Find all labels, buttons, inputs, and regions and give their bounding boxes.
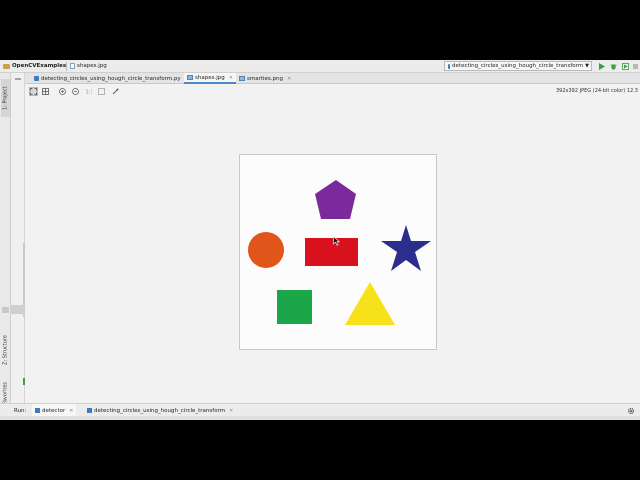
pentagon-shape [315,180,356,219]
rectangle-shape [305,238,358,266]
tab-label: smarties.png [247,75,284,82]
coverage-button[interactable] [621,62,630,71]
mouse-cursor-icon [333,236,340,246]
actual-size-button[interactable]: 1:1 [84,87,93,96]
navigation-bar: OpenCVExamples shapes.jpg detecting_circ… [0,60,640,73]
zoom-out-button[interactable] [71,87,80,96]
star-shape [381,225,431,271]
background-toggle-button[interactable] [97,87,106,96]
tab-detecting-circles-py[interactable]: detecting_circles_using_hough_circle_tra… [31,73,192,84]
minus-icon[interactable] [14,75,22,83]
close-icon[interactable]: ✕ [229,75,233,81]
zoom-out-icon [72,88,79,95]
tab-smarties-png[interactable]: smarties.png ✕ [236,73,294,84]
gear-icon[interactable] [627,407,635,415]
breadcrumb-file[interactable]: shapes.jpg [70,63,107,69]
project-name: OpenCVExamples [12,63,67,69]
image-viewer-toolbar: 1:1 392x392 JPEG (24-bit color) 12.3 [25,85,640,99]
python-icon [448,63,451,69]
run-with-coverage-icon [622,63,629,70]
stop-icon [633,64,638,69]
chevron-down-icon: ▼ [585,63,589,69]
python-icon [35,408,40,413]
run-tab-label: detecting_circles_using_hough_circle_tra… [94,407,226,414]
scroll-marker [2,307,9,313]
zoom-in-icon [59,88,66,95]
shapes-image [239,154,437,350]
shapes-image-content [248,180,431,325]
fit-to-window-button[interactable] [29,87,38,96]
image-file-icon [239,76,245,81]
close-icon[interactable]: ✕ [69,408,73,414]
fit-icon [30,88,37,95]
file-name: shapes.jpg [77,63,107,69]
run-configuration-label: detecting_circles_using_hough_circle_tra… [452,63,584,69]
project-pane-collapsed [11,73,25,403]
status-bar [0,416,640,420]
tab-label: shapes.jpg [195,74,225,81]
run-label-text: Run: [14,407,27,414]
stop-button[interactable] [631,62,640,71]
triangle-shape [345,282,395,325]
run-tab-label: detector [42,407,66,414]
svg-text:1:1: 1:1 [86,90,93,96]
run-icon [599,63,605,70]
run-configuration-select[interactable]: detecting_circles_using_hough_circle_tra… [444,61,592,71]
eyedropper-icon [112,88,119,95]
debug-icon [610,64,617,70]
tab-shapes-jpg[interactable]: shapes.jpg ✕ [184,73,236,84]
folder-icon [3,63,10,69]
color-picker-button[interactable] [111,87,120,96]
chessboard-icon [98,88,105,95]
left-tool-strip: 1: Project Z: Structure 2: Favorites [0,73,11,420]
python-icon [87,408,92,413]
structure-tool-tab[interactable]: Z: Structure [1,335,10,365]
run-tool-bar: Run: detector ✕ detecting_circles_using_… [0,403,640,417]
debug-button[interactable] [609,62,618,71]
breadcrumb-project[interactable]: OpenCVExamples [3,63,66,69]
image-file-icon [187,75,193,80]
editor-tab-bar: detecting_circles_using_hough_circle_tra… [25,73,640,84]
circle-shape [248,232,284,268]
grid-toggle-button[interactable] [41,87,50,96]
image-file-icon [70,63,75,69]
breadcrumb-separator [66,62,67,71]
image-info-label: 392x392 JPEG (24-bit color) 12.3 [556,88,638,94]
project-tool-tab[interactable]: 1: Project [1,79,10,117]
pane-splitter[interactable] [11,305,25,314]
close-icon[interactable]: ✕ [229,408,233,414]
actual-size-icon: 1:1 [86,90,93,96]
square-shape [277,290,312,324]
tab-label: detecting_circles_using_hough_circle_tra… [41,75,181,82]
run-button[interactable] [597,62,606,71]
close-icon[interactable]: ✕ [287,76,291,82]
grid-icon [42,88,49,95]
python-file-icon [34,76,39,81]
zoom-in-button[interactable] [58,87,67,96]
